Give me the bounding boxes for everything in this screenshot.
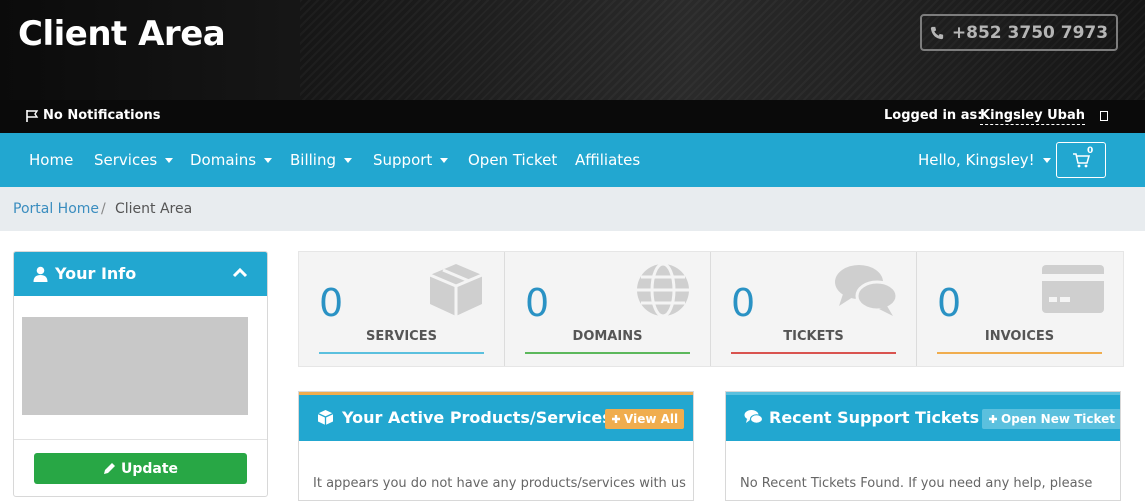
nav-billing[interactable]: Billing [290,151,352,169]
phone-button[interactable]: +852 3750 7973 [920,14,1118,51]
comments-icon [744,410,763,424]
your-info-header[interactable]: Your Info [14,252,267,296]
view-all-button[interactable]: View All [605,409,685,429]
services-label: SERVICES [366,329,437,344]
invoices-bar [937,352,1102,354]
user-icon [33,266,48,282]
username-link[interactable]: Kingsley Ubah [980,108,1085,125]
chevron-up-icon[interactable] [232,266,248,278]
globe-icon [637,262,689,318]
caret-down-icon [1042,157,1051,163]
nav-domains[interactable]: Domains [190,151,273,169]
recent-tickets-title: Recent Support Tickets [769,408,980,427]
nav-home-label: Home [29,151,74,169]
caret-down-icon [165,157,174,163]
cart-count: 0 [1087,146,1094,156]
nav-support-label: Support [373,151,433,169]
active-products-panel: Your Active Products/Services View All I… [298,391,694,501]
domains-bar [525,352,690,354]
nav-services[interactable]: Services [94,151,174,169]
main-nav: Home Services Domains Billing Support Op… [0,133,1145,187]
plus-icon [612,415,620,423]
tickets-label: TICKETS [783,329,844,344]
nav-open-ticket-label: Open Ticket [468,151,558,169]
your-info-panel: Your Info Update [13,251,268,497]
stat-tile-tickets[interactable]: 0 TICKETS [711,252,917,366]
page-title: Client Area [18,14,226,54]
flag-icon [26,109,39,122]
nav-billing-label: Billing [290,151,336,169]
update-button[interactable]: Update [34,453,247,484]
invoices-label: INVOICES [984,329,1055,344]
cube-icon [317,410,334,425]
nav-domains-label: Domains [190,151,257,169]
divider [14,439,267,440]
caret-down-icon [440,157,449,163]
domains-label: DOMAINS [572,329,643,344]
active-products-header: Your Active Products/Services View All [299,395,693,441]
nav-open-ticket[interactable]: Open Ticket [468,151,557,169]
recent-tickets-header: Recent Support Tickets Open New Ticket [726,395,1120,441]
nav-home[interactable]: Home [29,151,73,169]
caret-down-icon [264,157,273,163]
top-bar: No Notifications Logged in as: Kingsley … [0,100,1145,133]
breadcrumb-home-link[interactable]: Portal Home [13,201,99,217]
stat-tile-domains[interactable]: 0 DOMAINS [505,252,711,366]
breadcrumb: Portal Home / Client Area [0,187,1145,231]
active-products-empty-text: It appears you do not have any products/… [313,476,686,491]
notifications-link[interactable]: No Notifications [25,108,161,123]
your-info-title: Your Info [55,264,137,283]
recent-tickets-empty-text: No Recent Tickets Found. If you need any… [740,476,1093,491]
notifications-label: No Notifications [43,108,161,123]
view-all-label: View All [624,412,679,426]
tickets-bar [731,352,896,354]
caret-down-icon [344,157,352,163]
stat-tile-services[interactable]: 0 SERVICES [299,252,505,366]
services-bar [319,352,484,354]
greeting-label: Hello, Kingsley! [918,151,1035,169]
credit-card-icon [1042,265,1104,313]
comments-icon [835,265,899,316]
cart-button[interactable]: 0 [1056,142,1106,178]
logout-icon[interactable] [1100,111,1108,121]
logged-in-label: Logged in as: [884,108,983,123]
plus-icon [989,415,997,423]
tickets-count: 0 [731,281,756,325]
services-count: 0 [319,281,344,325]
nav-services-label: Services [94,151,158,169]
open-new-ticket-label: Open New Ticket [1001,412,1116,426]
breadcrumb-separator: / [101,201,106,217]
phone-icon [930,26,944,39]
cube-icon [429,264,483,316]
client-details-placeholder [22,317,248,415]
pencil-icon [103,463,115,474]
nav-affiliates[interactable]: Affiliates [575,151,640,169]
user-menu[interactable]: Hello, Kingsley! [918,151,1051,169]
stats-row: 0 SERVICES 0 DOMAINS 0 TICKETS 0 INVOICE… [298,251,1124,367]
domains-count: 0 [525,281,550,325]
open-new-ticket-button[interactable]: Open New Ticket [982,409,1120,429]
invoices-count: 0 [937,281,962,325]
update-label: Update [120,460,179,477]
stat-tile-invoices[interactable]: 0 INVOICES [917,252,1123,366]
breadcrumb-current: Client Area [115,201,193,217]
nav-support[interactable]: Support [373,151,449,169]
site-header: Client Area +852 3750 7973 [0,0,1145,100]
phone-number: +852 3750 7973 [951,22,1109,43]
recent-tickets-panel: Recent Support Tickets Open New Ticket N… [725,391,1121,501]
active-products-title: Your Active Products/Services [342,408,612,427]
nav-affiliates-label: Affiliates [575,151,641,169]
